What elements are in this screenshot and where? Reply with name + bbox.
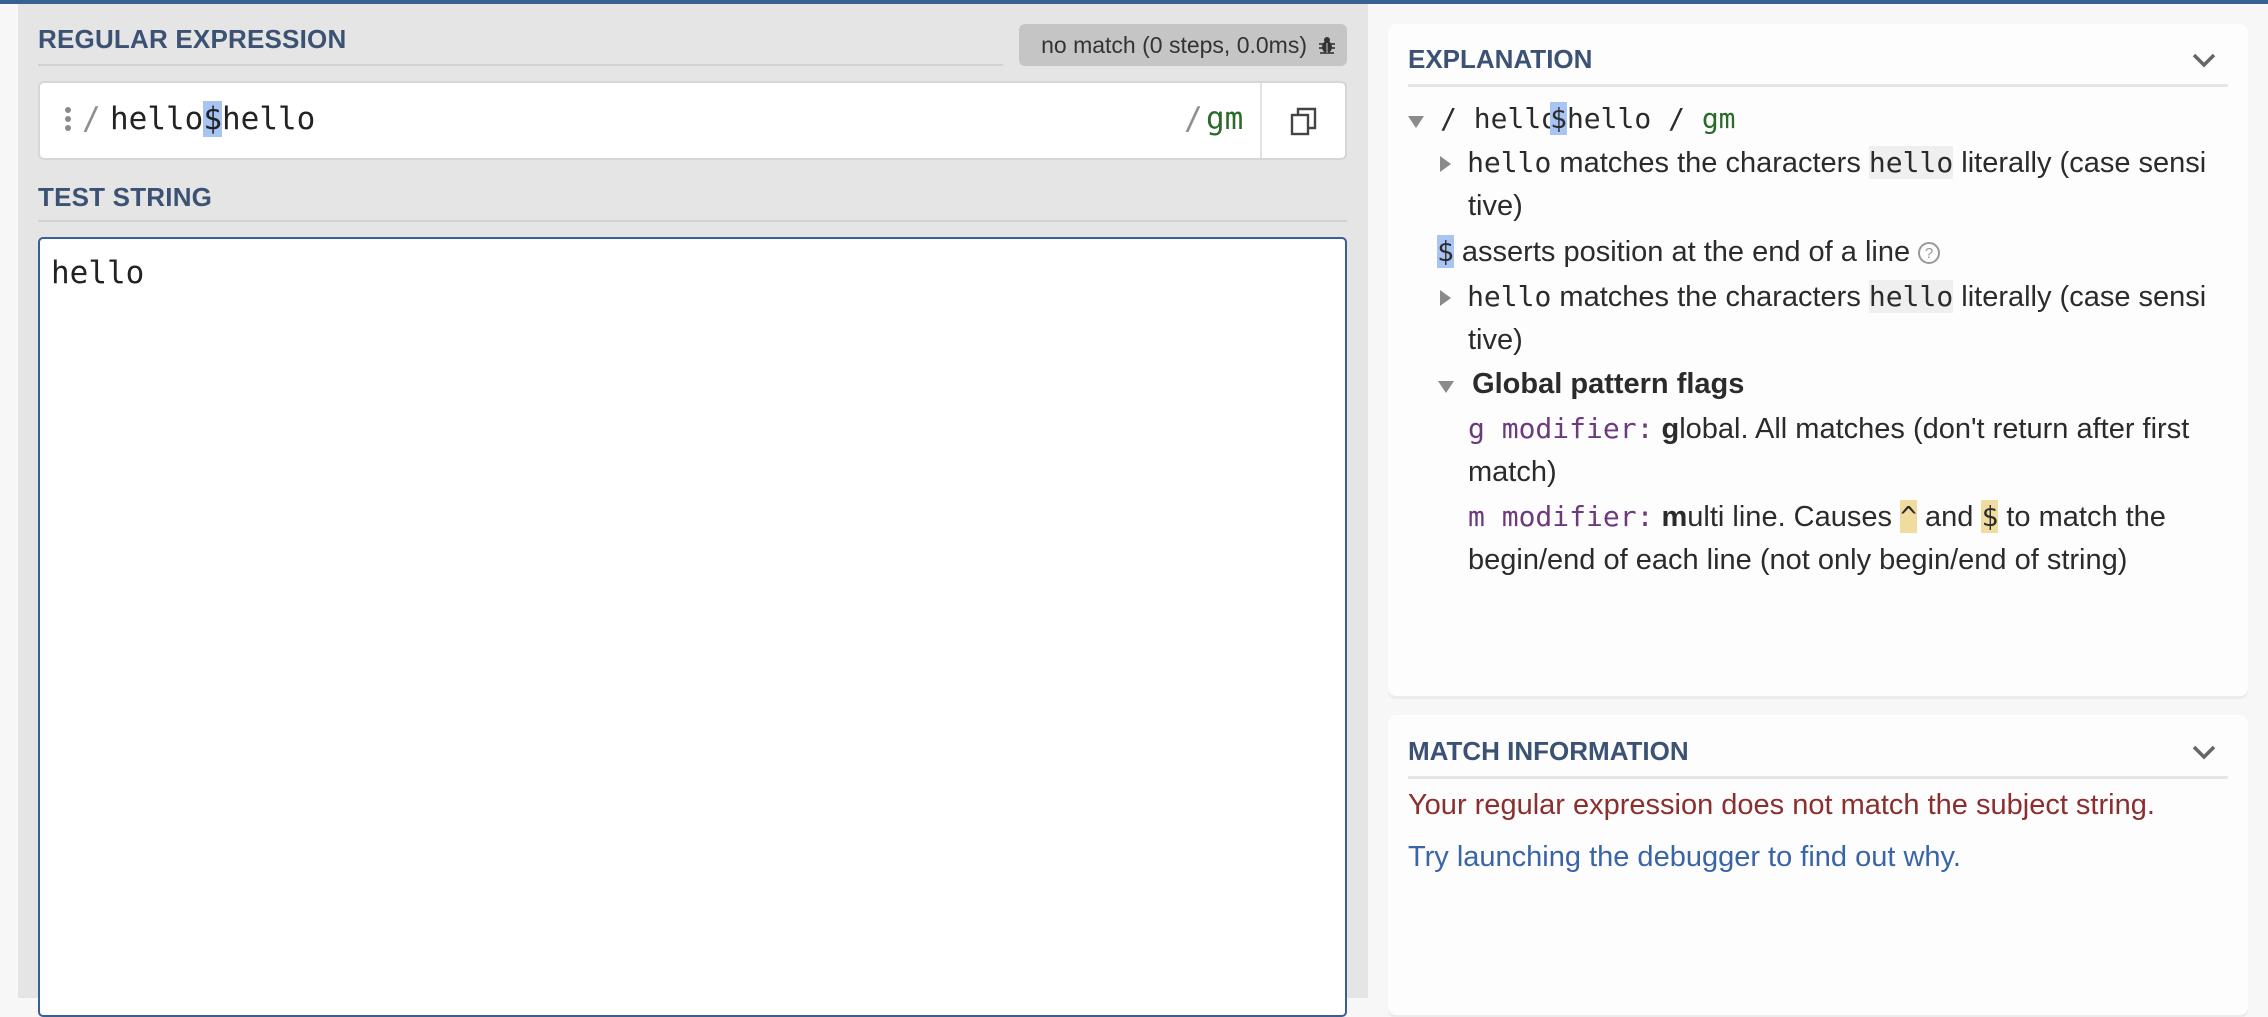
g-modifier-line: g modifier: global. All matches (don't r… <box>1468 412 2189 446</box>
flags-group[interactable]: Global pattern flags <box>1438 368 1744 401</box>
root-delimiter: / <box>1440 102 1457 135</box>
m-modifier-line: m modifier: multi line. Causes ^ and $ t… <box>1468 500 2166 534</box>
match-info-divider <box>1408 776 2228 779</box>
explanation-item[interactable]: hello matches the characters hello liter… <box>1440 146 2206 180</box>
root-pattern: hello <box>1473 102 1559 135</box>
modifier-label: g modifier: <box>1468 412 1654 445</box>
explanation-divider <box>1408 84 2228 87</box>
test-string-title: TEST STRING <box>38 182 213 212</box>
modifier-text: lobal. All matches (don't return after f… <box>1679 413 2190 445</box>
regex-title-divider <box>38 64 1003 66</box>
pattern-part: hello <box>222 101 316 137</box>
regex-pattern[interactable]: hello$hello <box>110 101 315 137</box>
root-pattern: hello <box>1566 102 1652 135</box>
copy-button[interactable] <box>1260 83 1345 158</box>
explanation-title: EXPLANATION <box>1408 44 1593 74</box>
collapse-triangle-icon[interactable] <box>1438 381 1454 393</box>
flags-group-title: Global pattern flags <box>1472 368 1745 400</box>
modifier-text-wrap: begin/end of each line (not only begin/e… <box>1468 544 2128 576</box>
root-anchor: $ <box>1550 102 1567 135</box>
no-match-message: Your regular expression does not match t… <box>1408 789 2155 821</box>
explanation-root[interactable]: / hello$hello / gm <box>1408 102 1736 136</box>
test-string-textarea[interactable]: hello <box>38 237 1347 1017</box>
modifier-text-wrap: match) <box>1468 456 1557 488</box>
item-text-wrap: tive) <box>1468 324 1523 356</box>
caret-token: ^ <box>1900 500 1917 533</box>
explanation-panel: EXPLANATION / hello$hello / gm hello mat… <box>1388 24 2248 696</box>
debugger-link[interactable]: Try launching the debugger to find out w… <box>1408 841 1961 874</box>
modifier-letter: g <box>1661 413 1680 445</box>
item-text: literally (case sensi <box>1953 281 2207 313</box>
pattern-anchor-token: $ <box>203 101 222 137</box>
test-string-value: hello <box>51 255 145 291</box>
copy-icon <box>1290 107 1316 135</box>
drag-handle-icon[interactable] <box>65 107 71 134</box>
expand-triangle-icon[interactable] <box>1440 156 1451 172</box>
regex-section-title: REGULAR EXPRESSION <box>38 24 347 54</box>
test-title-divider <box>38 220 1347 222</box>
match-info-panel: MATCH INFORMATION Your regular expressio… <box>1388 715 2248 1015</box>
chevron-down-icon[interactable] <box>2192 52 2216 68</box>
root-flags: gm <box>1701 102 1736 135</box>
item-text: literally (case sensi <box>1953 147 2207 179</box>
token: $ <box>1437 235 1454 268</box>
regex-input[interactable]: / hello$hello / gm <box>38 81 1347 160</box>
pattern-part: hello <box>110 101 204 137</box>
explanation-item[interactable]: $ asserts position at the end of a line? <box>1437 235 1941 269</box>
token: hello <box>1467 280 1552 313</box>
item-text-wrap: tive) <box>1468 190 1523 222</box>
chevron-down-icon[interactable] <box>2192 744 2216 760</box>
explanation-item[interactable]: hello matches the characters hello liter… <box>1440 280 2206 314</box>
bug-icon[interactable] <box>1317 35 1337 55</box>
literal: hello <box>1868 280 1954 313</box>
regex-delimiter-close: / <box>1184 101 1203 137</box>
modifier-text: to match the <box>1998 501 2166 533</box>
regex-flags[interactable]: gm <box>1206 101 1243 137</box>
item-text: asserts position at the end of a line <box>1453 236 1911 268</box>
modifier-label: m modifier: <box>1468 500 1654 533</box>
dollar-token: $ <box>1981 500 1999 533</box>
expand-triangle-icon[interactable] <box>1440 290 1451 306</box>
item-text: matches the characters <box>1551 281 1869 313</box>
match-info-title: MATCH INFORMATION <box>1408 736 1689 766</box>
token: hello <box>1467 146 1552 179</box>
help-icon[interactable]: ? <box>1918 242 1941 265</box>
status-badge[interactable]: no match (0 steps, 0.0ms) <box>1019 24 1347 66</box>
modifier-letter: m <box>1661 501 1688 533</box>
status-text: no match (0 steps, 0.0ms) <box>1041 31 1307 58</box>
collapse-triangle-icon[interactable] <box>1408 116 1424 128</box>
modifier-text: ulti line. Causes <box>1687 501 1901 533</box>
root-delimiter: / <box>1668 102 1685 135</box>
regex-delimiter-open: / <box>82 101 101 137</box>
literal: hello <box>1868 146 1954 179</box>
modifier-text: and <box>1916 501 1982 533</box>
item-text: matches the characters <box>1551 147 1869 179</box>
